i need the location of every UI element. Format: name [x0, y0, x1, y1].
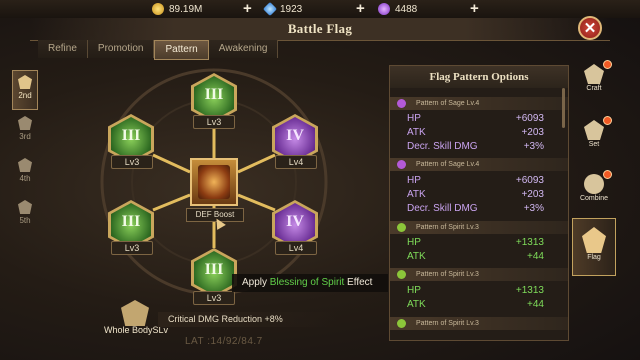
node-glyph: III: [204, 86, 224, 103]
side-label: Combine: [579, 195, 608, 202]
node-glyph: III: [121, 213, 141, 230]
stat-row: ATK +44: [407, 299, 544, 310]
node-level-top: Lv3: [193, 115, 235, 129]
side-flag-button[interactable]: Flag: [572, 218, 616, 276]
node-level-left-bottom: Lv3: [111, 241, 153, 255]
armor-set-icon: [584, 120, 604, 140]
spirit-pattern-icon: [397, 319, 406, 328]
node-level-left-top: Lv3: [111, 155, 153, 169]
stat-row: HP +6093: [407, 113, 544, 124]
stat-row: HP +6093: [407, 175, 544, 186]
stat-row: Decr. Skill DMG +3%: [407, 203, 544, 214]
section-header: Pattern of Spirit Lv.3: [390, 221, 568, 234]
panel-title: Flag Pattern Options: [390, 66, 568, 88]
section-header: Pattern of Sage Lv.4: [390, 97, 568, 110]
critical-dmg-reduction: Critical DMG Reduction +8%: [158, 312, 338, 327]
side-set-button[interactable]: Set: [572, 114, 616, 158]
notification-dot: [603, 170, 612, 179]
background-stat-text: LAT :14/92/84.7: [185, 336, 263, 347]
section-header: Pattern of Spirit Lv.3: [390, 268, 568, 281]
section-header: Pattern of Spirit Lv.3: [390, 317, 568, 330]
stat-row: ATK +203: [407, 189, 544, 200]
stat-row: ATK +44: [407, 251, 544, 262]
center-flag-slot[interactable]: [190, 158, 238, 206]
stat-row: HP +1313: [407, 285, 544, 296]
side-craft-button[interactable]: Craft: [572, 58, 616, 102]
side-label: Set: [588, 141, 600, 148]
node-glyph: IV: [286, 213, 304, 230]
panel-scrollbar[interactable]: [562, 88, 565, 128]
side-combine-button[interactable]: Combine: [572, 168, 616, 212]
spirit-pattern-icon: [397, 270, 406, 279]
tooltip-highlight: Blessing of Spirit: [269, 277, 345, 288]
side-label: Craft: [586, 85, 602, 92]
section-header: Pattern of Sage Lv.4: [390, 158, 568, 171]
node-level-right-top: Lv4: [275, 155, 317, 169]
anvil-icon: [584, 64, 604, 84]
node-level-right-bottom: Lv4: [275, 241, 317, 255]
flag-icon: [582, 227, 606, 253]
sage-pattern-icon: [397, 160, 406, 169]
node-glyph: III: [204, 261, 224, 278]
stat-row: HP +1313: [407, 237, 544, 248]
notification-dot: [603, 116, 612, 125]
flag-pattern-options-panel: Flag Pattern Options Pattern of Sage Lv.…: [389, 65, 569, 341]
combine-orb-icon: [584, 174, 604, 194]
stat-row: Decr. Skill DMG +3%: [407, 141, 544, 152]
side-label: Flag: [587, 254, 601, 261]
battle-flag-screen: 89.19M + 1923 + 4488 + Battle Flag ✕ Ref…: [0, 0, 640, 360]
node-glyph: IV: [286, 127, 304, 144]
effect-tooltip: Apply Blessing of Spirit Effect: [232, 274, 388, 292]
spirit-pattern-icon: [397, 223, 406, 232]
flag-emblem-icon: [198, 165, 230, 199]
stat-row: ATK +203: [407, 127, 544, 138]
node-glyph: III: [121, 127, 141, 144]
notification-dot: [603, 60, 612, 69]
sage-pattern-icon: [397, 99, 406, 108]
node-level-bottom: Lv3: [193, 291, 235, 305]
